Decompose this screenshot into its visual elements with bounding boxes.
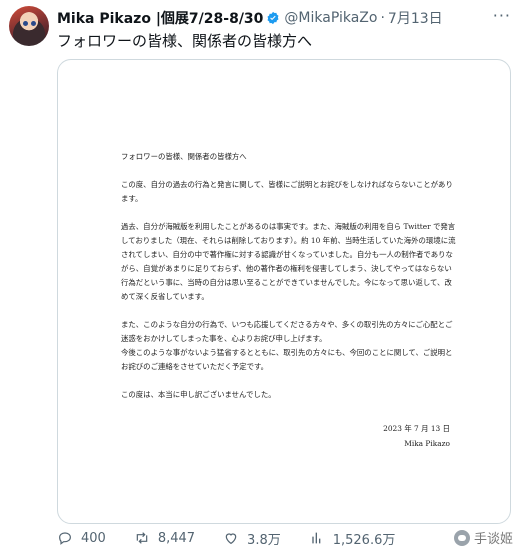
- avatar[interactable]: [9, 6, 49, 46]
- views-count: 1,526.6万: [332, 532, 396, 548]
- letter-paragraph: この度、自分の過去の行為と発言に関して、皆様にご説明とお詫びをしなければならない…: [121, 180, 453, 203]
- letter-closing: この度は、本当に申し訳ございませんでした。: [121, 390, 276, 399]
- wechat-logo-icon: [453, 529, 470, 546]
- more-options-icon[interactable]: ···: [493, 6, 511, 25]
- views-button[interactable]: 1,526.6万: [309, 529, 396, 548]
- watermark-text: 手谈姬: [473, 532, 513, 547]
- letter-paragraph: 今後このような事がないよう猛省するとともに、取引先の方々にも、今回のことに関して…: [121, 348, 453, 371]
- views-icon: [312, 532, 321, 544]
- like-count: 3.8万: [247, 532, 281, 548]
- heart-icon: [225, 533, 237, 545]
- tweet-actions: 400 8,447 3.8万 1,526.6万: [57, 527, 497, 549]
- verified-badge-icon: [267, 11, 279, 25]
- watermark: 手谈姬: [451, 528, 515, 547]
- retweet-icon: [136, 532, 148, 544]
- reply-icon: [59, 532, 71, 545]
- retweet-count: 8,447: [157, 530, 196, 546]
- letter-date: 2023 年 7 月 13 日: [383, 424, 450, 433]
- letter-paragraph: また、このような自分の行為で、いつも応援してくださる方々や、多くの取引先の方々に…: [121, 320, 453, 343]
- tweet-header: Mika Pikazo |個展7/28-8/30 @MikaPikaZo · 7…: [57, 8, 491, 28]
- letter-body: フォロワーの皆様、関係者の皆様方へ この度、自分の過去の行為と発言に関して、皆様…: [121, 150, 456, 402]
- avatar-eye: [31, 21, 36, 26]
- separator-dot: ·: [380, 10, 385, 26]
- reply-button[interactable]: 400: [57, 530, 106, 546]
- letter-signature: Mika Pikazo: [404, 439, 450, 448]
- tweet-text: フォロワーの皆様、関係者の皆様方へ: [57, 32, 313, 50]
- retweet-button[interactable]: 8,447: [134, 530, 195, 546]
- like-button[interactable]: 3.8万: [223, 529, 281, 548]
- avatar-eye: [23, 21, 28, 26]
- letter-salutation: フォロワーの皆様、関係者の皆様方へ: [121, 152, 247, 161]
- letter-paragraph: 過去、自分が海賊版を利用したことがあるのは事実です。また、海賊版の利用を自ら T…: [121, 222, 456, 301]
- tweet-date[interactable]: 7月13日: [388, 8, 443, 28]
- reply-count: 400: [81, 530, 106, 546]
- tweet-image[interactable]: フォロワーの皆様、関係者の皆様方へ この度、自分の過去の行為と発言に関して、皆様…: [57, 59, 511, 524]
- author-handle[interactable]: @MikaPikaZo: [284, 10, 377, 26]
- author-name[interactable]: Mika Pikazo |個展7/28-8/30: [57, 8, 263, 28]
